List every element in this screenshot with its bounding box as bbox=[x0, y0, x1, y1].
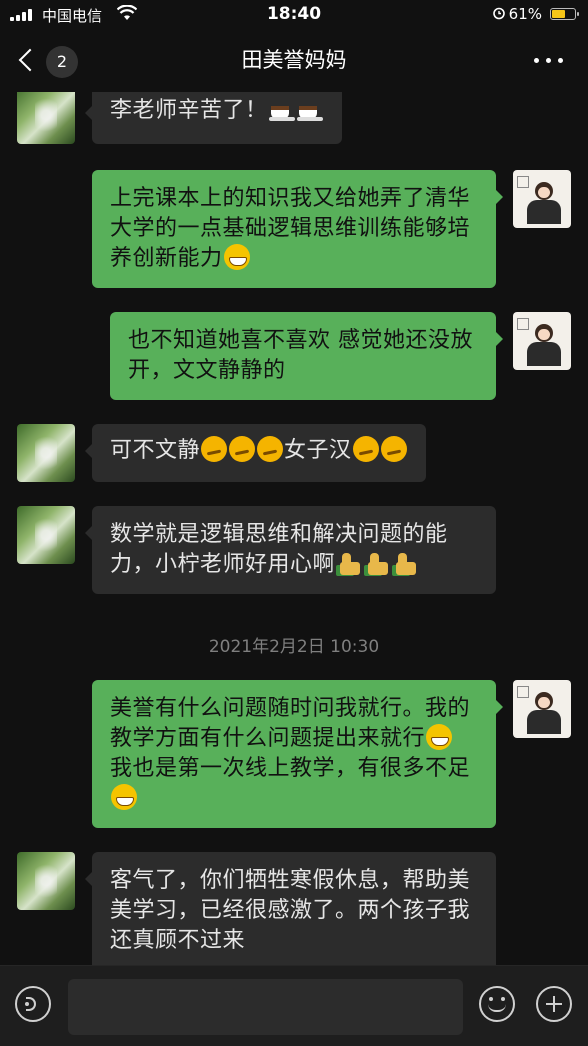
message-bubble[interactable]: 可不文静 女子汉 bbox=[85, 424, 426, 482]
thinking-emoji-icon bbox=[201, 436, 228, 462]
alarm-icon bbox=[493, 7, 505, 20]
message-text: 女子汉 bbox=[284, 438, 352, 463]
message-row: 美誉有什么问题随时问我就行。我的教学方面有什么问题提出来就行 我也是第一次线上教… bbox=[0, 680, 588, 830]
thinking-emoji-icon bbox=[380, 436, 407, 462]
message-text: 也不知道她喜不喜欢 感觉她还没放开，文文静静的 bbox=[128, 328, 473, 383]
thumbs-up-emoji-icon bbox=[364, 550, 390, 576]
grin-emoji-icon bbox=[426, 724, 453, 750]
message-text: 上完课本上的知识我又给她弄了清华大学的一点基础逻辑思维训练能够培养创新能力 bbox=[110, 186, 471, 271]
more-options-button[interactable] bbox=[534, 50, 566, 70]
message-text: 客气了，你们牺牲寒假休息，帮助美美学习，已经很感激了。两个孩子我还真顾不过来 bbox=[110, 868, 471, 953]
ellipsis-icon bbox=[534, 58, 539, 63]
message-text: 美誉有什么问题随时问我就行。我的教学方面有什么问题提出来就行 bbox=[110, 696, 471, 751]
message-list[interactable]: 李老师辛苦了！ 上完课本上的知识我又给她弄了清华大学的一点基础逻辑思维训练能够培… bbox=[0, 92, 588, 965]
message-row: 客气了，你们牺牲寒假休息，帮助美美学习，已经很感激了。两个孩子我还真顾不过来 bbox=[0, 852, 588, 965]
voice-icon[interactable] bbox=[15, 986, 51, 1022]
message-bubble[interactable]: 数学就是逻辑思维和解决问题的能力，小柠老师好用心啊 bbox=[85, 506, 496, 594]
battery-percent: 61% bbox=[508, 5, 542, 23]
message-bubble[interactable]: 也不知道她喜不喜欢 感觉她还没放开，文文静静的 bbox=[110, 312, 503, 400]
message-text: 我也是第一次线上教学，有很多不足 bbox=[110, 756, 471, 781]
thinking-emoji-icon bbox=[257, 436, 284, 462]
message-text: 可不文静 bbox=[110, 438, 201, 463]
contact-avatar[interactable] bbox=[17, 424, 75, 482]
message-bubble[interactable]: 李老师辛苦了！ bbox=[85, 92, 342, 144]
my-avatar[interactable] bbox=[513, 312, 571, 370]
thinking-emoji-icon bbox=[352, 436, 379, 462]
grin-emoji-icon bbox=[111, 784, 137, 810]
message-row: 数学就是逻辑思维和解决问题的能力，小柠老师好用心啊 bbox=[0, 506, 588, 596]
thumbs-up-emoji-icon bbox=[336, 550, 362, 576]
chat-title: 田美誉妈妈 bbox=[241, 48, 347, 72]
contact-avatar[interactable] bbox=[17, 92, 75, 144]
message-bubble[interactable]: 美誉有什么问题随时问我就行。我的教学方面有什么问题提出来就行 我也是第一次线上教… bbox=[92, 680, 503, 828]
grin-emoji-icon bbox=[223, 244, 250, 270]
message-row: 李老师辛苦了！ bbox=[0, 92, 588, 146]
message-row: 可不文静 女子汉 bbox=[0, 424, 588, 484]
coffee-emoji-icon bbox=[296, 96, 323, 122]
message-text: 李老师辛苦了！ bbox=[110, 98, 268, 123]
message-bubble[interactable]: 上完课本上的知识我又给她弄了清华大学的一点基础逻辑思维训练能够培养创新能力 bbox=[92, 170, 503, 288]
my-avatar[interactable] bbox=[513, 170, 571, 228]
emoji-icon[interactable] bbox=[479, 986, 515, 1022]
message-row: 也不知道她喜不喜欢 感觉她还没放开，文文静静的 bbox=[0, 312, 588, 402]
contact-avatar[interactable] bbox=[17, 506, 75, 564]
message-bubble[interactable]: 客气了，你们牺牲寒假休息，帮助美美学习，已经很感激了。两个孩子我还真顾不过来 bbox=[85, 852, 496, 965]
thinking-emoji-icon bbox=[229, 436, 256, 462]
battery-icon bbox=[550, 8, 579, 20]
chat-header: 2 田美誉妈妈 bbox=[0, 30, 588, 92]
my-avatar[interactable] bbox=[513, 680, 571, 738]
thumbs-up-emoji-icon bbox=[392, 550, 418, 576]
message-input[interactable] bbox=[68, 979, 463, 1035]
plus-icon[interactable] bbox=[536, 986, 572, 1022]
battery-fill bbox=[552, 10, 565, 18]
coffee-emoji-icon bbox=[268, 96, 295, 122]
input-bar bbox=[0, 965, 588, 1046]
message-row: 上完课本上的知识我又给她弄了清华大学的一点基础逻辑思维训练能够培养创新能力 bbox=[0, 170, 588, 290]
message-timestamp: 2021年2月2日 10:30 bbox=[208, 637, 380, 657]
contact-avatar[interactable] bbox=[17, 852, 75, 910]
status-bar: 中国电信 18:40 61% bbox=[0, 0, 588, 30]
